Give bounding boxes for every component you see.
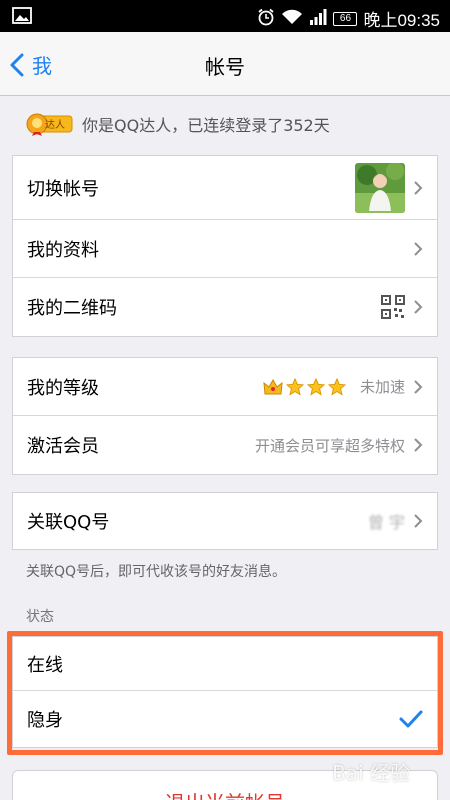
signal-icon — [309, 8, 327, 29]
watermark: Bai 经验 — [332, 761, 410, 785]
level-status: 未加速 — [359, 378, 405, 396]
linked-qq-label: 关联QQ号 — [27, 512, 110, 533]
chevron-right-icon — [414, 300, 423, 314]
page-title: 帐号 — [205, 55, 245, 79]
activate-member-hint: 开通会员可享超多特权 — [254, 436, 405, 455]
my-level-row[interactable]: 我的等级 未加速 — [13, 358, 437, 416]
status-section-header: 状态 — [26, 609, 54, 625]
linked-qq-group: 关联QQ号 曾 宇 — [12, 492, 438, 550]
star-icon — [306, 377, 325, 396]
checkmark-icon — [399, 710, 423, 728]
status-online-label: 在线 — [27, 654, 63, 676]
daren-text: 你是QQ达人，已连续登录了352天 — [82, 116, 330, 135]
level-group: 我的等级 未加速 激活会员 开通会员可享超多特权 — [12, 357, 438, 475]
wifi-icon — [281, 9, 303, 29]
chevron-right-icon — [414, 241, 423, 256]
status-online-row[interactable]: 在线 — [13, 637, 437, 691]
account-group: 切换帐号 我的资料 我的二维码 — [12, 155, 438, 337]
linked-qq-value: 曾 宇 — [367, 513, 405, 532]
linked-qq-row[interactable]: 关联QQ号 曾 宇 — [13, 493, 437, 549]
my-qrcode-label: 我的二维码 — [27, 298, 117, 319]
linked-qq-note: 关联QQ号后，即可代收该号的好友消息。 — [26, 564, 287, 580]
my-profile-label: 我的资料 — [27, 239, 99, 261]
chevron-right-icon — [414, 438, 423, 452]
daren-info: 达人 你是QQ达人，已连续登录了352天 — [26, 112, 330, 136]
star-icon — [327, 377, 346, 396]
star-icon — [285, 377, 304, 396]
status-bar: 66 晚上09:35 — [0, 0, 450, 32]
status-invisible-row[interactable]: 隐身 — [13, 691, 437, 747]
navigation-bar: 我 帐号 — [0, 32, 450, 96]
switch-account-row[interactable]: 切换帐号 — [13, 156, 437, 220]
avatar — [355, 162, 405, 213]
my-profile-row[interactable]: 我的资料 — [13, 220, 437, 278]
level-stars — [263, 377, 346, 396]
qrcode-icon — [381, 295, 405, 319]
crown-icon — [263, 378, 283, 394]
status-invisible-label: 隐身 — [27, 710, 63, 731]
daren-badge-icon: 达人 — [26, 112, 74, 136]
my-level-label: 我的等级 — [27, 377, 99, 399]
status-group: 在线 隐身 — [12, 636, 438, 748]
activate-member-row[interactable]: 激活会员 开通会员可享超多特权 — [13, 416, 437, 474]
activate-member-label: 激活会员 — [27, 436, 99, 457]
image-icon — [12, 7, 32, 28]
my-qrcode-row[interactable]: 我的二维码 — [13, 278, 437, 336]
alarm-icon — [257, 8, 275, 30]
svg-text:达人: 达人 — [45, 119, 65, 131]
battery-icon: 66 — [333, 11, 358, 26]
clock-time: 晚上09:35 — [363, 11, 440, 30]
switch-account-label: 切换帐号 — [27, 178, 99, 200]
chevron-right-icon — [414, 180, 423, 195]
chevron-right-icon — [414, 379, 423, 394]
chevron-right-icon — [414, 514, 423, 528]
